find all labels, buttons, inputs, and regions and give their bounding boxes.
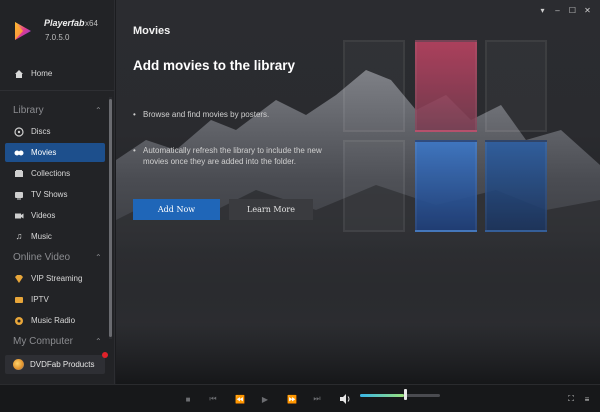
sidebar-item-label: Discs [31, 127, 51, 136]
playlist-icon[interactable]: ≡ [581, 393, 593, 405]
app-name: Playerfab [44, 18, 85, 28]
previous-icon[interactable]: ⏮ [207, 393, 219, 405]
app-brand: Playerfab x64 7.0.5.0 [8, 12, 113, 48]
bullet-dot: • [133, 146, 136, 155]
window-controls: ▾ – ☐ ✕ [538, 6, 592, 15]
play-icon[interactable]: ▶ [259, 393, 271, 405]
dvdfab-logo-icon [13, 359, 24, 370]
info-bullet: • Browse and find movies by posters. [133, 109, 333, 120]
close-icon[interactable]: ✕ [583, 6, 592, 15]
stop-icon[interactable]: ■ [182, 393, 194, 405]
minimize-icon[interactable]: – [553, 6, 562, 15]
poster-tile [415, 40, 477, 132]
sidebar-item-label: Music [31, 232, 52, 241]
fast-forward-icon[interactable]: ⏩ [286, 393, 298, 405]
dvdfab-products-label: DVDFab Products [30, 360, 95, 369]
sidebar-item-videos[interactable]: Videos [5, 206, 105, 225]
maximize-icon[interactable]: ☐ [568, 6, 577, 15]
sidebar-item-music-radio[interactable]: Music Radio [5, 311, 105, 330]
vip-icon [14, 274, 24, 284]
volume-slider-handle[interactable] [404, 389, 407, 400]
disc-icon [14, 126, 24, 137]
playerfab-logo-icon [15, 22, 31, 40]
home-icon [14, 69, 24, 79]
volume-slider[interactable] [360, 394, 440, 397]
app-arch: x64 [85, 19, 98, 28]
sidebar-item-collections[interactable]: Collections [5, 164, 105, 183]
sidebar-item-tv-shows[interactable]: TV Shows [5, 185, 105, 204]
sidebar-item-label: TV Shows [31, 190, 68, 199]
add-now-button[interactable]: Add Now [133, 199, 220, 220]
menu-dropdown-icon[interactable]: ▾ [538, 6, 547, 15]
sidebar-item-label: Movies [31, 148, 57, 157]
music-icon: ♫ [15, 231, 23, 241]
sidebar-item-iptv[interactable]: IPTV [5, 290, 105, 309]
sidebar-item-music[interactable]: ♫ Music [5, 227, 105, 246]
chevron-up-icon[interactable]: ⌃ [95, 106, 102, 115]
main-panel: ▾ – ☐ ✕ Movies Add movies to the library… [116, 0, 600, 384]
radio-icon [14, 316, 24, 326]
chevron-up-icon[interactable]: ⌃ [95, 253, 102, 262]
volume-icon[interactable] [338, 392, 352, 406]
sidebar-item-label: VIP Streaming [31, 274, 83, 283]
poster-tile [415, 140, 477, 232]
volume-fill [360, 394, 404, 397]
dvdfab-products-button[interactable]: DVDFab Products [5, 352, 108, 374]
collections-icon [14, 169, 24, 179]
poster-tile [485, 40, 547, 132]
next-icon[interactable]: ⏭ [311, 393, 323, 405]
sidebar-item-label: Collections [31, 169, 71, 178]
sidebar-item-movies[interactable]: Movies [5, 143, 105, 162]
sidebar-item-vip-streaming[interactable]: VIP Streaming [5, 269, 105, 288]
sidebar: Playerfab x64 7.0.5.0 Home Library ⌃ Dis… [0, 0, 115, 384]
fullscreen-icon[interactable]: ⛶ [565, 393, 577, 405]
sidebar-item-label: IPTV [31, 295, 49, 304]
sidebar-item-label: Videos [31, 211, 56, 220]
info-bullet: • Automatically refresh the library to i… [133, 145, 333, 167]
poster-tile [343, 40, 405, 132]
notification-dot [102, 352, 108, 358]
page-title: Movies [133, 25, 171, 37]
learn-more-button[interactable]: Learn More [229, 199, 313, 220]
chevron-up-icon[interactable]: ⌃ [95, 337, 102, 346]
section-library: Library [13, 105, 44, 116]
library-illustration [343, 40, 554, 233]
movie-icon [14, 148, 24, 158]
bullet-text: Browse and find movies by posters. [143, 110, 270, 119]
app-version: 7.0.5.0 [45, 33, 70, 42]
bullet-dot: • [133, 110, 136, 119]
nav-home-label: Home [31, 69, 53, 78]
poster-tile [485, 140, 547, 232]
poster-tile [343, 140, 405, 232]
nav-home[interactable]: Home [5, 64, 105, 83]
rewind-icon[interactable]: ⏪ [234, 393, 246, 405]
hero-title: Add movies to the library [133, 58, 296, 73]
sidebar-scrollbar-thumb[interactable] [109, 99, 112, 337]
iptv-icon [14, 295, 24, 305]
player-controlbar: ■ ⏮ ⏪ ▶ ⏩ ⏭ ⛶ ≡ [0, 384, 600, 412]
section-online-video: Online Video [13, 252, 71, 263]
sidebar-item-discs[interactable]: Discs [5, 122, 105, 141]
video-icon [14, 211, 24, 221]
tv-icon [14, 190, 24, 200]
divider [0, 90, 115, 91]
bullet-text: Automatically refresh the library to inc… [143, 146, 322, 166]
sidebar-item-label: Music Radio [31, 316, 76, 325]
section-my-computer: My Computer [13, 336, 74, 347]
